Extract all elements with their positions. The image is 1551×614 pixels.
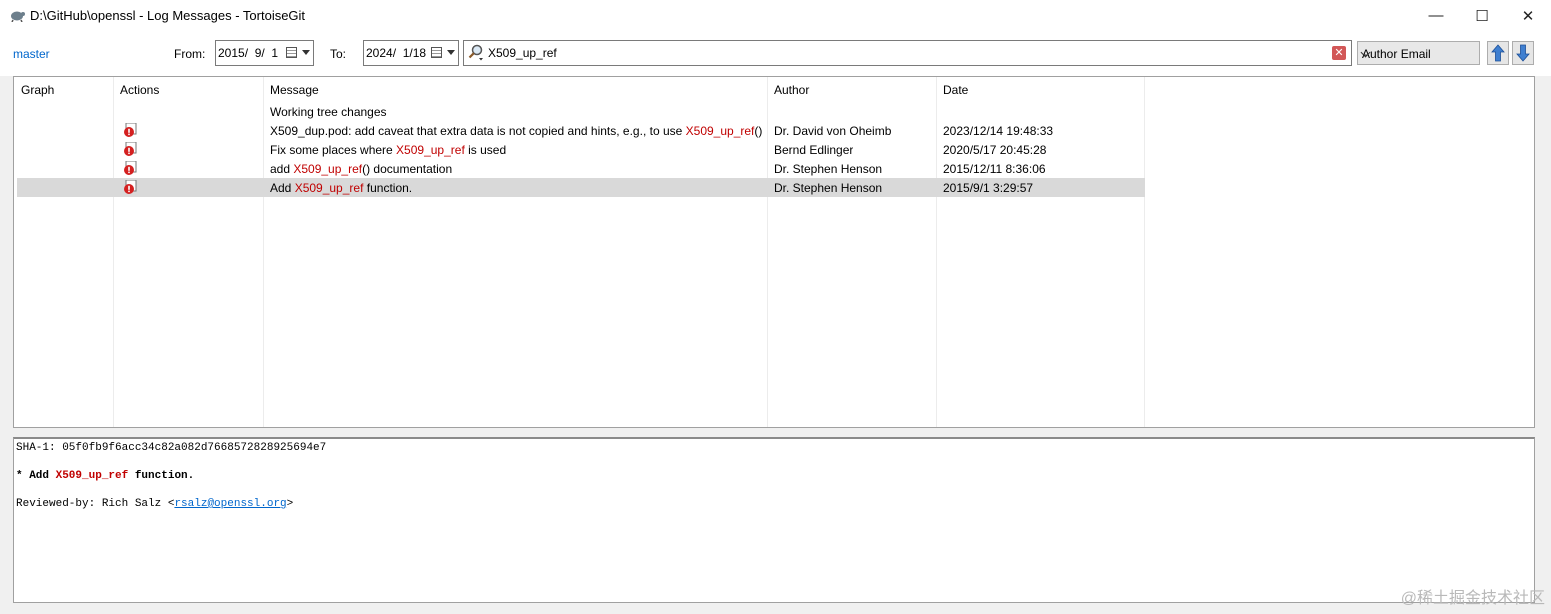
close-icon: ✕ [1521,7,1535,25]
log-list[interactable]: Graph Actions Message Author Date Workin… [13,76,1535,428]
commit-author: Dr. David von Oheimb [774,124,892,138]
commit-error-icon [124,180,137,194]
column-header-author[interactable]: Author [774,83,809,97]
column-header-message[interactable]: Message [270,83,319,97]
commit-author: Bernd Edlinger [774,143,854,157]
search-input[interactable] [488,44,1318,62]
commit-error-icon [124,123,137,137]
maximize-icon: ☐ [1475,7,1489,25]
commit-message: X509_dup.pod: add caveat that extra data… [270,124,765,138]
commit-date: 2015/12/11 8:36:06 [943,162,1046,176]
column-header-actions[interactable]: Actions [120,83,159,97]
close-button[interactable]: ✕ [1505,0,1551,31]
tortoisegit-icon [11,11,25,22]
to-date-picker[interactable]: 2024/ 1/18 [363,40,459,66]
from-label: From: [174,47,206,61]
from-date-picker[interactable]: 2015/ 9/ 1 [215,40,314,66]
minimize-button[interactable]: — [1413,0,1459,31]
commit-subject: * Add X509_up_ref function. [16,470,195,482]
commit-error-icon [124,142,137,156]
window-title: D:\GitHub\openssl - Log Messages - Torto… [30,8,306,23]
email-link[interactable]: rsalz@openssl.org [174,498,286,510]
calendar-icon [431,47,442,58]
search-box[interactable]: ✕ [463,40,1352,66]
watermark: @稀土掘金技术社区 [1400,590,1545,607]
search-up-button[interactable] [1487,41,1509,65]
commit-message: Working tree changes [270,105,387,119]
filter-field-value: Author Email [1362,47,1431,61]
commit-message: Add X509_up_ref function. [270,181,413,195]
minimize-icon: — [1428,7,1444,24]
filter-toolbar: master From: 2015/ 9/ 1 To: 2024/ 1/18 ✕… [0,31,1551,76]
maximize-button[interactable]: ☐ [1459,0,1505,31]
clear-search-icon[interactable]: ✕ [1332,46,1346,60]
branch-link[interactable]: master [13,47,50,61]
calendar-icon [286,47,297,58]
commit-date: 2015/9/1 3:29:57 [943,181,1034,195]
commit-error-icon [124,161,137,175]
title-bar: D:\GitHub\openssl - Log Messages - Torto… [0,0,1551,31]
arrow-up-icon [1491,44,1505,62]
table-row[interactable]: X509_dup.pod: add caveat that extra data… [17,121,1145,140]
table-row[interactable]: Fix some places where X509_up_ref is use… [17,140,1145,159]
commit-message: add X509_up_ref() documentation [270,162,453,176]
commit-detail-pane[interactable]: SHA-1: 05f0fb9f6acc34c82a082d76685728289… [13,437,1535,603]
column-header-date[interactable]: Date [943,83,968,97]
commit-date: 2020/5/17 20:45:28 [943,143,1047,157]
chevron-down-icon [302,50,310,55]
filter-field-select[interactable]: Author Email [1357,41,1480,65]
search-down-button[interactable] [1512,41,1534,65]
table-row[interactable]: add X509_up_ref() documentation Dr. Step… [17,159,1145,178]
sha-line: SHA-1: 05f0fb9f6acc34c82a082d76685728289… [16,442,327,454]
search-icon[interactable] [468,44,484,62]
from-date-value: 2015/ 9/ 1 [218,46,279,60]
column-header-graph[interactable]: Graph [21,83,54,97]
chevron-down-icon [447,50,455,55]
commit-author: Dr. Stephen Henson [774,162,883,176]
commit-message: Fix some places where X509_up_ref is use… [270,143,507,157]
status-bar [0,603,1551,614]
commit-author: Dr. Stephen Henson [774,181,883,195]
table-row-selected[interactable]: Add X509_up_ref function. Dr. Stephen He… [17,178,1145,197]
to-date-value: 2024/ 1/18 [366,46,427,60]
reviewed-by-line: Reviewed-by: Rich Salz <rsalz@openssl.or… [16,498,294,510]
commit-date: 2023/12/14 19:48:33 [943,124,1054,138]
table-row[interactable]: Working tree changes [17,102,1145,121]
arrow-down-icon [1516,44,1530,62]
to-label: To: [330,47,347,61]
